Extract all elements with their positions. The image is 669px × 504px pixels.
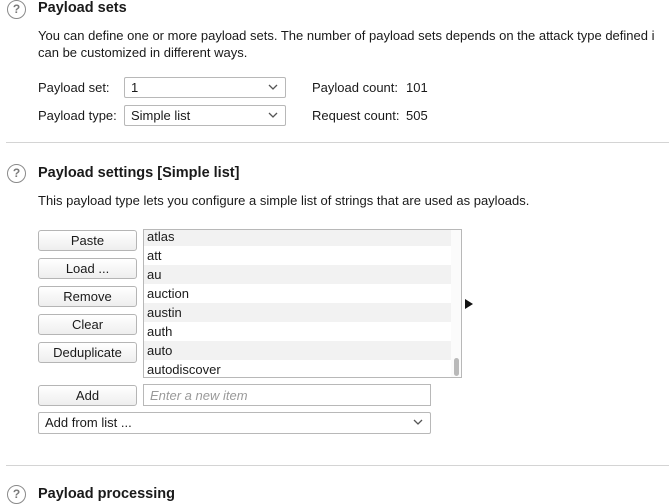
new-item-input[interactable]: [143, 384, 431, 406]
request-count-label: Request count:: [312, 108, 400, 123]
payload-set-select[interactable]: 1: [124, 77, 286, 98]
chevron-down-icon: [268, 112, 278, 118]
list-item[interactable]: auth: [144, 322, 452, 341]
load-button[interactable]: Load ...: [38, 258, 137, 279]
list-item[interactable]: au: [144, 265, 452, 284]
payload-set-label: Payload set:: [38, 80, 110, 95]
section-divider: [6, 465, 669, 466]
payload-type-select[interactable]: Simple list: [124, 105, 286, 126]
section-divider: [6, 142, 669, 143]
request-count-value: 505: [406, 108, 428, 123]
payload-sets-description-cont: can be customized in different ways.: [38, 45, 248, 60]
list-item[interactable]: auction: [144, 284, 452, 303]
payload-type-label: Payload type:: [38, 108, 117, 123]
payload-count-label: Payload count:: [312, 80, 399, 95]
add-from-list-value: Add from list ...: [45, 415, 132, 430]
payload-list[interactable]: atlas att au auction austin auth auto au…: [143, 229, 462, 378]
scrollbar-thumb[interactable]: [454, 358, 459, 376]
list-item[interactable]: atlas: [144, 230, 452, 246]
add-from-list-select[interactable]: Add from list ...: [38, 412, 431, 434]
payload-type-value: Simple list: [131, 108, 191, 123]
list-item[interactable]: austin: [144, 303, 452, 322]
payload-sets-heading: Payload sets: [38, 0, 127, 16]
help-icon[interactable]: ?: [7, 0, 26, 19]
payload-count-value: 101: [406, 80, 428, 95]
payload-sets-description: You can define one or more payload sets.…: [38, 28, 655, 43]
triangle-right-icon[interactable]: [465, 299, 473, 309]
payload-settings-heading: Payload settings [Simple list]: [38, 165, 240, 181]
list-item[interactable]: autodiscover: [144, 360, 452, 377]
clear-button[interactable]: Clear: [38, 314, 137, 335]
list-item[interactable]: att: [144, 246, 452, 265]
add-button[interactable]: Add: [38, 385, 137, 406]
chevron-down-icon: [413, 419, 423, 425]
chevron-down-icon: [268, 84, 278, 90]
deduplicate-button[interactable]: Deduplicate: [38, 342, 137, 363]
list-item[interactable]: auto: [144, 341, 452, 360]
help-icon[interactable]: ?: [7, 164, 26, 183]
list-scrollbar[interactable]: [451, 230, 461, 377]
remove-button[interactable]: Remove: [38, 286, 137, 307]
payload-set-value: 1: [131, 80, 139, 95]
payload-settings-description: This payload type lets you configure a s…: [38, 193, 530, 208]
help-icon[interactable]: ?: [7, 485, 26, 504]
paste-button[interactable]: Paste: [38, 230, 137, 251]
